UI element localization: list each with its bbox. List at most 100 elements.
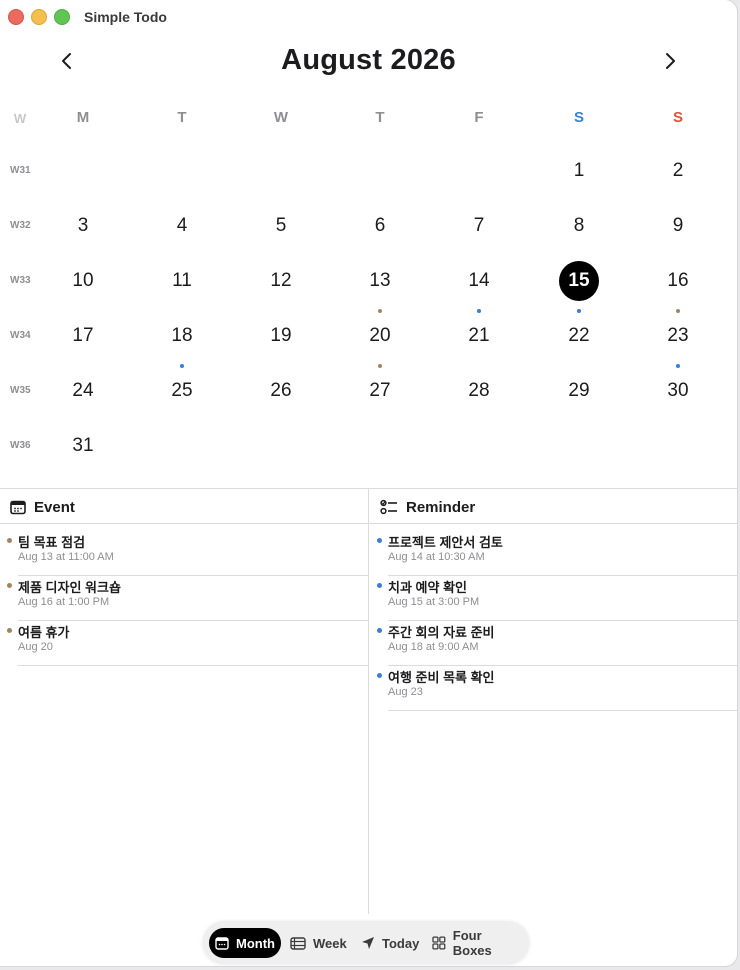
- day-cell[interactable]: 27: [360, 371, 400, 411]
- day-cell[interactable]: 25: [162, 371, 202, 411]
- week-number-label: W36: [10, 440, 31, 451]
- tab-four-boxes[interactable]: Four Boxes: [426, 928, 529, 958]
- day-cell[interactable]: 20: [360, 316, 400, 356]
- week-rows-icon: [290, 936, 306, 950]
- day-cell[interactable]: 2: [658, 151, 698, 191]
- reminder-item[interactable]: 치과 예약 확인 Aug 15 at 3:00 PM: [377, 576, 737, 621]
- four-squares-icon: [432, 936, 446, 950]
- reminder-datetime: Aug 15 at 3:00 PM: [388, 596, 480, 608]
- day-cell[interactable]: 26: [261, 371, 301, 411]
- close-window-button[interactable]: [8, 9, 24, 25]
- tab-today-label: Today: [382, 935, 420, 951]
- day-cell[interactable]: 16: [658, 261, 698, 301]
- weekday-header-sun: S: [672, 109, 683, 126]
- weekday-header-week: W: [13, 111, 27, 126]
- day-cell[interactable]: 17: [63, 316, 103, 356]
- event-panel-header: Event: [10, 497, 75, 517]
- day-cell[interactable]: 21: [459, 316, 499, 356]
- event-bullet-dot: [7, 583, 12, 588]
- reminder-panel-header: Reminder: [380, 497, 475, 517]
- day-cell[interactable]: 29: [559, 371, 599, 411]
- chevron-right-icon: [666, 53, 675, 69]
- day-cell[interactable]: 22: [559, 316, 599, 356]
- weekday-header-wed: W: [273, 109, 289, 126]
- event-bullet-dot: [7, 628, 12, 633]
- minimize-window-button[interactable]: [31, 9, 47, 25]
- location-arrow-icon: [362, 937, 374, 949]
- event-separator: [18, 665, 368, 666]
- reminder-bullet-dot: [377, 538, 382, 543]
- day-cell[interactable]: 28: [459, 371, 499, 411]
- tab-month-label: Month: [236, 935, 275, 951]
- next-month-button[interactable]: [655, 46, 685, 76]
- day-cell[interactable]: 23: [658, 316, 698, 356]
- day-cell[interactable]: 18: [162, 316, 202, 356]
- day-cell[interactable]: 19: [261, 316, 301, 356]
- day-cell[interactable]: 24: [63, 371, 103, 411]
- day-cell[interactable]: 5: [261, 206, 301, 246]
- weekday-header-fri: F: [474, 109, 484, 126]
- reminder-item[interactable]: 주간 회의 자료 준비 Aug 18 at 9:00 AM: [377, 621, 737, 666]
- reminder-bullet-dot: [377, 583, 382, 588]
- event-indicator-dot: [676, 309, 680, 313]
- event-datetime: Aug 20: [18, 641, 53, 653]
- reminder-title: 치과 예약 확인: [388, 580, 467, 595]
- event-title: 여름 휴가: [18, 625, 70, 640]
- event-datetime: Aug 16 at 1:00 PM: [18, 596, 110, 608]
- event-header-divider: [0, 523, 368, 524]
- view-mode-segmented-control: Month Week Today Four Boxes: [203, 921, 529, 963]
- day-cell[interactable]: 14: [459, 261, 499, 301]
- reminder-datetime: Aug 14 at 10:30 AM: [388, 551, 485, 563]
- event-item[interactable]: 팀 목표 점검 Aug 13 at 11:00 AM: [7, 531, 368, 576]
- reminder-indicator-dot: [577, 309, 581, 313]
- reminder-indicator-dot: [676, 364, 680, 368]
- day-cell[interactable]: 30: [658, 371, 698, 411]
- day-cell[interactable]: 8: [559, 206, 599, 246]
- day-cell[interactable]: 6: [360, 206, 400, 246]
- calendar-icon: [215, 936, 229, 950]
- tab-week[interactable]: Week: [284, 928, 353, 958]
- day-cell[interactable]: 3: [63, 206, 103, 246]
- reminder-bullet-dot: [377, 628, 382, 633]
- day-cell[interactable]: 1: [559, 151, 599, 191]
- week-number-label: W32: [10, 220, 31, 231]
- reminder-datetime: Aug 18 at 9:00 AM: [388, 641, 479, 653]
- reminder-indicator-dot: [180, 364, 184, 368]
- event-title: 팀 목표 점검: [18, 535, 86, 550]
- day-cell[interactable]: 9: [658, 206, 698, 246]
- reminder-item[interactable]: 여행 준비 목록 확인 Aug 23: [377, 666, 737, 711]
- reminder-separator: [388, 710, 737, 711]
- tab-month[interactable]: Month: [209, 928, 281, 958]
- day-cell[interactable]: 13: [360, 261, 400, 301]
- day-cell[interactable]: 11: [162, 261, 202, 301]
- reminder-title: 프로젝트 제안서 검토: [388, 535, 503, 550]
- event-datetime: Aug 13 at 11:00 AM: [18, 551, 114, 563]
- day-cell[interactable]: 31: [63, 426, 103, 466]
- day-cell-selected[interactable]: 15: [559, 261, 599, 301]
- event-indicator-dot: [378, 364, 382, 368]
- reminder-title: 주간 회의 자료 준비: [388, 625, 495, 640]
- month-title: August 2026: [281, 44, 456, 76]
- app-window: Simple Todo August 2026 W M T W T F S S W31 1 2 W32…: [0, 0, 737, 966]
- event-title: 제품 디자인 워크숍: [18, 580, 121, 595]
- tab-four-boxes-label: Four Boxes: [452, 928, 492, 958]
- event-bullet-dot: [7, 538, 12, 543]
- day-cell[interactable]: 4: [162, 206, 202, 246]
- tab-today[interactable]: Today: [355, 928, 425, 958]
- week-number-label: W35: [10, 385, 31, 396]
- zoom-window-button[interactable]: [54, 9, 70, 25]
- week-number-label: W31: [10, 165, 31, 176]
- day-cell[interactable]: 12: [261, 261, 301, 301]
- day-cell[interactable]: 7: [459, 206, 499, 246]
- weekday-header-thu: T: [375, 109, 385, 126]
- event-item[interactable]: 여름 휴가 Aug 20: [7, 621, 368, 666]
- reminder-item[interactable]: 프로젝트 제안서 검토 Aug 14 at 10:30 AM: [377, 531, 737, 576]
- reminder-bullet-dot: [377, 673, 382, 678]
- day-cell[interactable]: 10: [63, 261, 103, 301]
- checklist-icon: [380, 499, 397, 515]
- event-item[interactable]: 제품 디자인 워크숍 Aug 16 at 1:00 PM: [7, 576, 368, 621]
- reminder-title: 여행 준비 목록 확인: [388, 670, 495, 685]
- week-number-label: W34: [10, 330, 31, 341]
- calendar-icon: [10, 500, 26, 514]
- tab-week-label: Week: [313, 935, 347, 951]
